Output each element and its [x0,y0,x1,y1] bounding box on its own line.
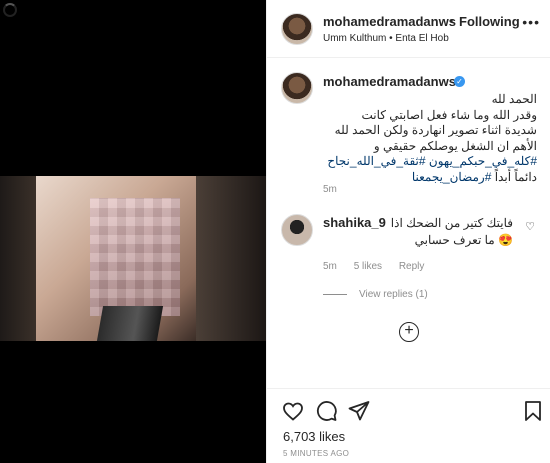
music-attribution[interactable]: Umm Kulthum • Enta El Hob [323,33,449,44]
header-username[interactable]: mohamedramadanws [323,14,456,29]
caption-hashtags-prefix: دائماً أبداً [491,169,537,184]
post-side-panel: mohamedramadanws • Following Umm Kulthum… [266,0,550,463]
caption-hashtag[interactable]: #رمضان_يجمعنا [412,170,492,184]
avatar[interactable] [281,13,313,45]
comment-line: فايتك كتير من الضحك اذا [390,216,513,230]
view-replies-button[interactable]: View replies (1) [323,289,428,300]
comment-like-heart-icon[interactable]: ♡ [525,220,535,233]
like-count[interactable]: 6,703 likes [283,429,345,444]
save-bookmark-icon[interactable] [521,399,545,423]
comment-avatar[interactable] [281,214,313,246]
comment-likes-link[interactable]: 5 likes [354,261,382,272]
caption-line: الأهم ان الشغل يوصلكم حقيقي و [373,138,537,153]
caption-line: وقدر الله وما شاء فعل اصابتي كانت [361,107,537,122]
comment-text: فايتك كتير من الضحك اذا 😍 ما تعرف حسابي [323,215,513,249]
pixelated-region [90,198,180,316]
comment-meta: 5m 5 likes Reply [323,261,438,272]
caption-text: الحمد لله وقدر الله وما شاء فعل اصابتي ك… [323,92,537,186]
frame-shadow-left [0,176,36,341]
like-heart-icon[interactable] [281,399,305,423]
caption-timestamp: 5m [323,184,337,195]
replies-divider [323,293,347,295]
more-horizontal-icon[interactable]: ••• [522,14,540,30]
caption-line: الحمد لله [491,92,537,106]
post-actions: 6,703 likes 5 MINUTES AGO [267,388,550,463]
header-separator: • [449,14,454,28]
post-time-ago[interactable]: 5 MINUTES AGO [283,449,349,458]
post-header: mohamedramadanws • Following Umm Kulthum… [267,0,550,58]
share-send-icon[interactable] [347,399,371,423]
following-button[interactable]: Following [459,14,520,29]
view-replies-label: View replies (1) [359,289,428,300]
caption-hashtags[interactable]: #كله_في_حبكم_يهون #ثقة_في_الله_نجاح [323,154,537,170]
caption-avatar[interactable] [281,72,313,104]
loading-spinner-icon [3,3,17,17]
verified-badge-icon: ✓ [454,76,465,87]
comment-line: 😍 ما تعرف حسابي [414,233,513,247]
caption-hashtags-line2: دائماً أبداً #رمضان_يجمعنا [323,170,537,186]
caption-username[interactable]: mohamedramadanws [323,74,456,89]
video-frame[interactable] [0,176,266,341]
comment-timestamp: 5m [323,261,337,272]
post-media[interactable] [0,0,266,463]
frame-shadow-right [196,176,266,341]
comment-reply-button[interactable]: Reply [399,261,425,272]
comment-bubble-icon[interactable] [314,399,338,423]
load-more-comments-icon[interactable]: + [399,322,419,342]
frame-dark-strip [96,306,164,341]
caption-line: شديدة اثناء تصوير انهاردة ولكن الحمد لله [334,123,537,138]
